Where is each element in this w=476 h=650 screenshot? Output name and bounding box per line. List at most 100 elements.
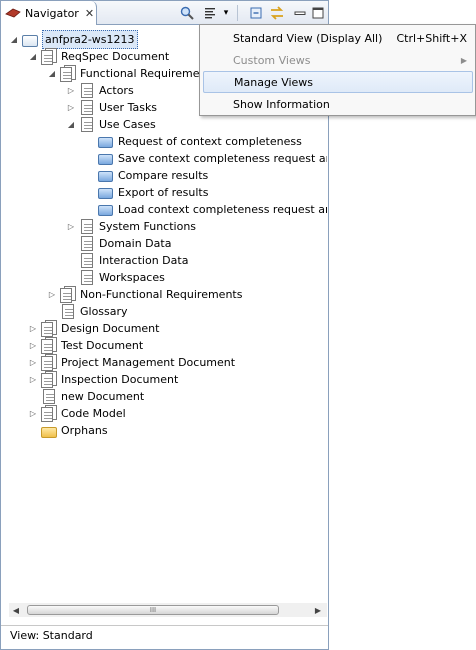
tree-item[interactable]: ▷ Test Document bbox=[28, 336, 144, 354]
tree-item[interactable]: ◢ ReqSpec Document bbox=[28, 47, 170, 65]
collapse-icon[interactable]: ◢ bbox=[28, 48, 38, 65]
link-with-editor-icon[interactable] bbox=[268, 4, 286, 22]
tree-item[interactable]: Save context completeness request and... bbox=[85, 150, 327, 167]
tree-item[interactable]: Domain Data bbox=[66, 235, 171, 252]
menu-item-accelerator: Ctrl+Shift+X bbox=[396, 31, 467, 45]
expand-icon[interactable]: ▷ bbox=[66, 218, 76, 235]
tree-item[interactable]: ▷ Non-Functional Requirements bbox=[47, 285, 242, 303]
tree-item-label: Design Document bbox=[61, 322, 160, 335]
tree-item[interactable]: ▷ Actors bbox=[66, 82, 134, 99]
folder-icon bbox=[41, 423, 57, 439]
view-menu-icon[interactable] bbox=[202, 4, 220, 22]
close-icon[interactable]: ✕ bbox=[85, 7, 94, 20]
menu-item-custom-views[interactable]: Custom Views ▶ bbox=[203, 49, 473, 71]
chevron-down-icon[interactable]: ▾ bbox=[220, 4, 232, 22]
scroll-right-icon[interactable]: ▶ bbox=[311, 603, 325, 617]
menu-item-label: Custom Views bbox=[233, 53, 311, 67]
document-stack-icon bbox=[41, 47, 57, 65]
menu-item-label: Manage Views bbox=[234, 75, 314, 89]
document-icon bbox=[79, 218, 95, 235]
view-dropdown-menu: Standard View (Display All) Ctrl+Shift+X… bbox=[199, 24, 476, 116]
project-folder-icon bbox=[22, 32, 38, 48]
document-stack-icon bbox=[41, 370, 57, 388]
tree-item[interactable]: Request of context completeness bbox=[85, 133, 302, 150]
tree-item-label: Actors bbox=[99, 84, 134, 97]
menu-item-standard-view[interactable]: Standard View (Display All) Ctrl+Shift+X bbox=[203, 27, 473, 49]
tree-item[interactable]: Load context completeness request and... bbox=[85, 201, 327, 218]
document-stack-icon bbox=[41, 319, 57, 337]
minimize-icon[interactable] bbox=[291, 4, 309, 22]
tree-item-label: Glossary bbox=[80, 305, 128, 318]
expand-icon[interactable]: ▷ bbox=[66, 82, 76, 99]
tree-item[interactable]: ◢ Functional Requirements bbox=[47, 64, 217, 82]
tree-item[interactable]: Interaction Data bbox=[66, 252, 188, 269]
status-line: View: Standard bbox=[1, 625, 328, 645]
document-icon bbox=[79, 235, 95, 252]
tree-item-label: Export of results bbox=[118, 186, 209, 199]
tree-item-label: ReqSpec Document bbox=[61, 50, 170, 63]
tree-item[interactable]: ▷ Code Model bbox=[28, 404, 126, 422]
search-icon[interactable] bbox=[178, 4, 196, 22]
expand-icon[interactable]: ▷ bbox=[66, 99, 76, 116]
tree-item[interactable]: ▷ Design Document bbox=[28, 319, 160, 337]
menu-item-show-information[interactable]: Show Information bbox=[203, 93, 473, 115]
tree-item-label: Use Cases bbox=[99, 118, 156, 131]
tree-item-label: Test Document bbox=[61, 339, 144, 352]
tree-item[interactable]: ▷ User Tasks bbox=[66, 99, 157, 116]
menu-item-manage-views[interactable]: Manage Views bbox=[203, 71, 473, 93]
tree-item-label: Workspaces bbox=[99, 271, 165, 284]
menu-item-label: Show Information bbox=[233, 97, 330, 111]
expand-icon[interactable]: ▷ bbox=[28, 371, 38, 388]
expand-icon[interactable]: ▷ bbox=[28, 337, 38, 354]
collapse-all-icon[interactable] bbox=[247, 4, 265, 22]
toolbar-separator bbox=[237, 5, 238, 21]
expand-icon[interactable]: ▷ bbox=[28, 320, 38, 337]
menu-item-label: Standard View (Display All) bbox=[233, 31, 383, 45]
tree-item[interactable]: Workspaces bbox=[66, 269, 165, 286]
use-case-icon bbox=[98, 185, 114, 201]
expand-icon[interactable]: ▷ bbox=[47, 286, 57, 303]
tree-item[interactable]: ◢ anfpra2-ws1213 bbox=[9, 30, 138, 49]
document-icon bbox=[79, 252, 95, 269]
use-case-icon bbox=[98, 151, 114, 167]
tree-item[interactable]: Export of results bbox=[85, 184, 208, 201]
tree-item[interactable]: ▷ System Functions bbox=[66, 218, 196, 235]
tree-item[interactable]: Orphans bbox=[28, 422, 108, 439]
tree-item[interactable]: ◢ Use Cases bbox=[66, 116, 156, 133]
tree-item-label: Project Management Document bbox=[61, 356, 236, 369]
tree-item[interactable]: Compare results bbox=[85, 167, 208, 184]
tree-item[interactable]: new Document bbox=[28, 388, 144, 405]
horizontal-scrollbar[interactable]: ◀ III ▶ bbox=[9, 603, 327, 617]
collapse-icon[interactable]: ◢ bbox=[47, 65, 57, 82]
tree-item[interactable]: ▷ Inspection Document bbox=[28, 370, 178, 388]
tree-item[interactable]: Glossary bbox=[47, 303, 128, 320]
scroll-left-icon[interactable]: ◀ bbox=[9, 603, 23, 617]
tree-item-label: User Tasks bbox=[99, 101, 158, 114]
tree-item-label: Orphans bbox=[61, 424, 108, 437]
navigator-tab[interactable]: Navigator ✕ bbox=[1, 1, 97, 25]
scroll-thumb[interactable]: III bbox=[27, 605, 279, 615]
collapse-icon[interactable]: ◢ bbox=[9, 31, 19, 48]
maximize-icon[interactable] bbox=[309, 4, 327, 22]
document-stack-icon bbox=[41, 336, 57, 354]
expand-icon[interactable]: ▷ bbox=[28, 405, 38, 422]
tree-item-label: Load context completeness request and... bbox=[118, 203, 327, 216]
use-case-icon bbox=[98, 168, 114, 184]
document-stack-icon bbox=[60, 285, 76, 303]
expand-icon[interactable]: ▷ bbox=[28, 354, 38, 371]
tree-item-label: anfpra2-ws1213 bbox=[42, 30, 138, 49]
document-stack-icon bbox=[41, 353, 57, 371]
collapse-icon[interactable]: ◢ bbox=[66, 116, 76, 133]
document-stack-icon bbox=[41, 404, 57, 422]
document-icon bbox=[79, 99, 95, 116]
tree-item[interactable]: ▷ Project Management Document bbox=[28, 353, 236, 371]
